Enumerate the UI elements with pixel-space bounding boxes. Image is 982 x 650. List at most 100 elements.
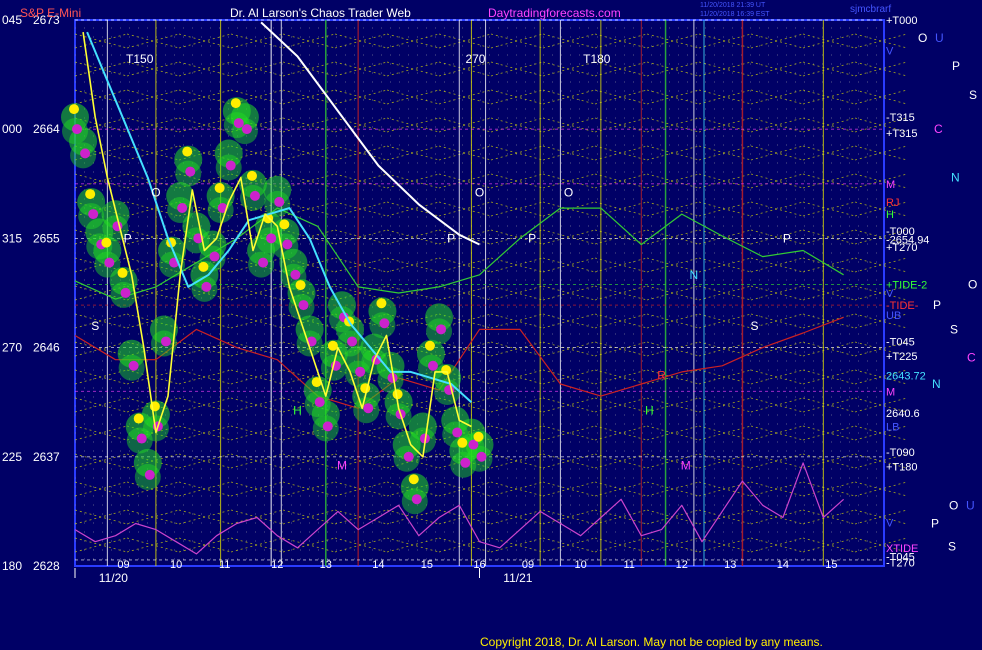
x-hour-label: 13 [320,559,332,571]
x-hour-label: 14 [372,559,384,571]
y-tick-price: 2637 [33,450,60,464]
planet-label: S [969,88,977,102]
high-dot [85,189,96,200]
low-dot [144,469,155,480]
low-dot [225,160,236,171]
high-dot [441,365,452,375]
in-chart-label: P [447,231,455,245]
in-chart-label: T150 [126,52,154,66]
in-chart-label: M [681,458,691,472]
x-hour-label: 10 [575,559,587,571]
y-tick-price: 2664 [33,122,60,136]
low-dot [185,166,196,177]
high-dot [69,104,79,115]
header-stamp-2: 11/20/2018 16:39 EST [700,11,770,18]
in-chart-label: 270 [465,52,485,66]
in-chart-label: O [475,185,484,199]
high-dot [279,219,290,230]
low-dot [347,336,358,347]
planet-label: S [950,322,958,336]
right-level-label: +T000 [886,15,918,27]
high-dot [424,340,435,351]
low-dot [379,318,390,329]
right-level-label: LB [886,421,899,433]
planet-label: C [934,122,943,136]
low-dot [314,397,325,408]
low-dot [266,233,277,244]
right-level-label: +T315 [886,128,918,140]
low-dot [436,324,447,335]
high-dot [214,183,225,193]
right-level-label: V [886,45,894,57]
right-level-label: -T315 [886,112,915,124]
x-hour-label: 15 [825,559,837,571]
x-hour-label: 12 [676,559,688,571]
in-chart-label: O [564,185,573,199]
x-hour-label: 10 [170,559,182,571]
in-chart-label: T180 [583,52,611,66]
low-dot [241,124,252,135]
in-chart-label: P [124,231,132,245]
header-site: Daytradingforecasts.com [488,6,621,20]
in-chart-label: H [645,404,654,418]
x-hour-label: 11 [219,559,230,571]
high-dot [457,437,468,448]
in-chart-label: M [337,458,347,472]
low-dot [80,148,91,159]
low-dot [258,257,269,268]
planet-label: O [918,31,927,45]
low-dot [72,124,82,135]
high-dot [473,431,484,442]
chaos-chart-svg: 045 2673000 2664315 2655270 2646225 2637180 26… [2,2,977,649]
planet-label: N [951,171,960,185]
right-level-label: 2643.72 [886,371,926,383]
header-stamp-1: 11/20/2018 21:39 UT [700,2,766,9]
low-dot [88,209,99,220]
in-chart-label: S [751,319,759,333]
right-level-label: V [886,288,894,300]
in-chart-label: S [91,319,99,333]
x-hour-label: 14 [777,559,789,571]
y-tick-price: 2628 [33,559,60,573]
x-date-label: 11/20 [99,571,128,585]
low-dot [160,336,171,347]
planet-label: O [949,498,958,512]
x-hour-label: 15 [421,559,433,571]
low-dot [403,451,414,462]
high-dot [133,413,144,424]
planet-label: S [948,540,956,554]
low-dot [363,403,374,414]
high-dot [295,280,306,291]
low-dot [452,427,463,438]
header-symbol: S&P E-Mini [20,6,81,20]
chart-root: { "header": { "symbol": "S&P E-Mini", "t… [0,0,982,650]
y-tick-price: 2655 [33,231,60,245]
right-level-label: -T045 [886,337,915,349]
planet-label: U [935,31,944,45]
x-hour-label: 12 [271,559,283,571]
high-dot [117,267,128,278]
right-level-label: -T090 [886,447,915,459]
high-dot [101,237,112,248]
x-hour-label: 11 [623,559,634,571]
in-chart-label: P [783,231,791,245]
x-hour-label: 13 [724,559,736,571]
right-level-label: H [886,209,894,221]
planet-label: N [932,377,941,391]
y-tick-angle: 225 [2,450,22,464]
right-level-label: +T180 [886,462,918,474]
header-title: Dr. Al Larson's Chaos Trader Web [230,6,411,20]
low-dot [209,251,220,262]
low-dot [322,421,333,432]
right-level-label: 2640.6 [886,408,920,420]
high-dot [376,298,387,309]
footer-copyright: Copyright 2018, Dr. Al Larson. May not b… [480,635,823,649]
low-dot [201,281,212,292]
right-level-label: UB [886,310,901,322]
low-dot [411,494,422,505]
high-dot [246,170,257,181]
high-dot [408,474,419,485]
low-dot [298,300,309,311]
low-dot [128,360,139,371]
y-tick-angle: 315 [2,231,22,245]
